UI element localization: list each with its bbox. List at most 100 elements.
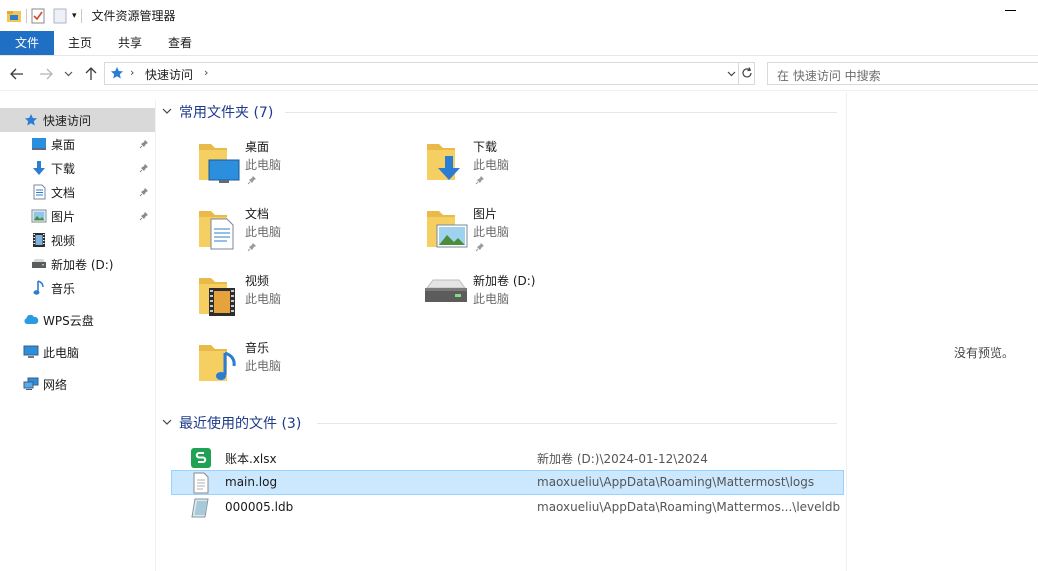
drive-location: 此电脑 [473, 292, 510, 306]
desktop-icon [31, 136, 47, 152]
tab-view[interactable]: 查看 [155, 31, 205, 55]
sidebar-item-label: 网络 [43, 377, 68, 392]
folder-location: 此电脑 [245, 292, 282, 306]
group-title: 常用文件夹 (7) [179, 105, 274, 121]
no-preview-text: 没有预览。 [954, 346, 1015, 360]
recent-file-row-xlsx[interactable]: 账本.xlsx 新加卷 (D:)\2024-01-12\2024 [171, 445, 844, 470]
sidebar-item-videos[interactable]: 视频 [0, 228, 155, 252]
download-folder-icon [425, 138, 469, 184]
new-folder-icon[interactable] [53, 0, 67, 31]
up-arrow-icon[interactable] [82, 65, 100, 83]
back-arrow-icon[interactable] [8, 65, 26, 83]
folder-name: 音乐 [245, 341, 270, 355]
recent-file-row-ldb[interactable]: 000005.ldb maoxueliu\AppData\Roaming\Mat… [171, 495, 844, 520]
pin-icon [475, 241, 485, 255]
quick-access-toolbar-dropdown-icon[interactable]: ▾ [72, 0, 77, 31]
group-divider [317, 423, 837, 424]
file-path: maoxueliu\AppData\Roaming\Mattermost\log… [537, 475, 815, 489]
drive-name: 新加卷 (D:) [473, 274, 536, 288]
folder-name: 文档 [245, 207, 270, 221]
document-icon [31, 184, 47, 200]
search-box[interactable]: 在 快速访问 中搜索 [767, 62, 1038, 85]
pin-icon [247, 174, 257, 188]
music-folder-icon [197, 339, 241, 385]
sidebar-item-network[interactable]: 网络 [0, 372, 155, 396]
network-icon [23, 376, 39, 392]
navigation-bar: › 快速访问 › 在 快速访问 中搜索 [0, 57, 1038, 91]
folder-tile-documents[interactable]: 文档 此电脑 [157, 201, 377, 263]
folder-location: 此电脑 [245, 359, 282, 373]
file-name: 账本.xlsx [225, 452, 277, 466]
tab-home[interactable]: 主页 [55, 31, 105, 55]
drive-tile-d[interactable]: 新加卷 (D:) 此电脑 [385, 268, 605, 330]
text-file-icon [190, 472, 212, 494]
folder-location: 此电脑 [245, 225, 282, 239]
forward-arrow-icon[interactable] [37, 65, 55, 83]
collapse-chevron-icon[interactable] [162, 418, 176, 429]
refresh-icon[interactable] [740, 64, 754, 82]
folder-name: 图片 [473, 207, 498, 221]
recent-files-header[interactable]: 最近使用的文件 (3) [162, 412, 301, 434]
folder-tile-desktop[interactable]: 桌面 此电脑 [157, 134, 377, 196]
collapse-chevron-icon[interactable] [162, 107, 176, 118]
pin-icon[interactable] [139, 138, 149, 152]
folder-location: 此电脑 [245, 158, 282, 172]
explorer-app-icon[interactable] [6, 0, 22, 31]
sidebar-item-desktop[interactable]: 桌面 [0, 132, 155, 156]
group-title: 最近使用的文件 (3) [179, 416, 302, 432]
pin-icon [247, 241, 257, 255]
minimize-icon[interactable] [1005, 10, 1016, 11]
desktop-folder-icon [197, 138, 241, 184]
music-icon [31, 280, 47, 296]
properties-icon[interactable] [31, 0, 45, 31]
tab-share[interactable]: 共享 [105, 31, 155, 55]
pin-icon[interactable] [139, 162, 149, 176]
drive-icon [421, 278, 467, 324]
sidebar-item-downloads[interactable]: 下载 [0, 156, 155, 180]
pin-icon[interactable] [139, 186, 149, 200]
sidebar-item-label: 桌面 [51, 137, 76, 152]
address-history-dropdown-icon[interactable] [725, 65, 737, 82]
sidebar-item-wps-cloud[interactable]: WPS云盘 [0, 308, 155, 332]
address-path-chevron-icon[interactable]: › [204, 66, 208, 79]
frequent-folders-header[interactable]: 常用文件夹 (7) [162, 101, 273, 123]
quick-access-star-icon [110, 66, 124, 83]
title-bar: ▾ 文件资源管理器 [0, 0, 1038, 31]
pin-icon [475, 174, 485, 188]
sidebar-item-label: 下载 [51, 161, 76, 176]
address-bar[interactable]: › 快速访问 › [104, 62, 755, 85]
address-path[interactable]: 快速访问 [145, 66, 193, 83]
sidebar-item-label: 文档 [51, 185, 76, 200]
folder-tile-downloads[interactable]: 下载 此电脑 [385, 134, 605, 196]
sidebar-item-this-pc[interactable]: 此电脑 [0, 340, 155, 364]
tab-file[interactable]: 文件 [0, 31, 54, 55]
preview-pane: 没有预览。 [846, 92, 1038, 571]
window-title: 文件资源管理器 [91, 9, 176, 23]
sidebar-item-label: 新加卷 (D:) [51, 257, 114, 272]
star-icon [23, 112, 39, 128]
file-name: 000005.ldb [225, 500, 294, 514]
folder-tile-music[interactable]: 音乐 此电脑 [157, 335, 377, 397]
cloud-icon [23, 312, 39, 328]
file-path: maoxueliu\AppData\Roaming\Mattermos...\l… [537, 500, 841, 514]
sidebar-item-drive-d[interactable]: 新加卷 (D:) [0, 252, 155, 276]
file-explorer-window: ▾ 文件资源管理器 文件 主页 共享 查看 › 快速访问 › 在 快速访问 中搜… [0, 0, 1038, 571]
sidebar-item-label: 此电脑 [43, 345, 80, 360]
recent-locations-chevron-icon[interactable] [62, 65, 74, 83]
recent-file-row-log[interactable]: main.log maoxueliu\AppData\Roaming\Matte… [171, 470, 844, 495]
group-divider [285, 112, 837, 113]
sidebar-item-quick-access[interactable]: 快速访问 [0, 108, 155, 132]
search-placeholder[interactable]: 在 快速访问 中搜索 [777, 67, 881, 84]
sidebar-item-music[interactable]: 音乐 [0, 276, 155, 300]
folder-tile-pictures[interactable]: 图片 此电脑 [385, 201, 605, 263]
sidebar-item-documents[interactable]: 文档 [0, 180, 155, 204]
sidebar-item-pictures[interactable]: 图片 [0, 204, 155, 228]
address-chevron-icon[interactable]: › [130, 66, 134, 79]
folder-tile-videos[interactable]: 视频 此电脑 [157, 268, 377, 330]
title-separator [26, 8, 27, 23]
file-name: main.log [225, 475, 278, 489]
pin-icon[interactable] [139, 210, 149, 224]
address-divider [738, 63, 739, 84]
pictures-folder-icon [425, 205, 469, 251]
ldb-file-icon [190, 497, 212, 519]
